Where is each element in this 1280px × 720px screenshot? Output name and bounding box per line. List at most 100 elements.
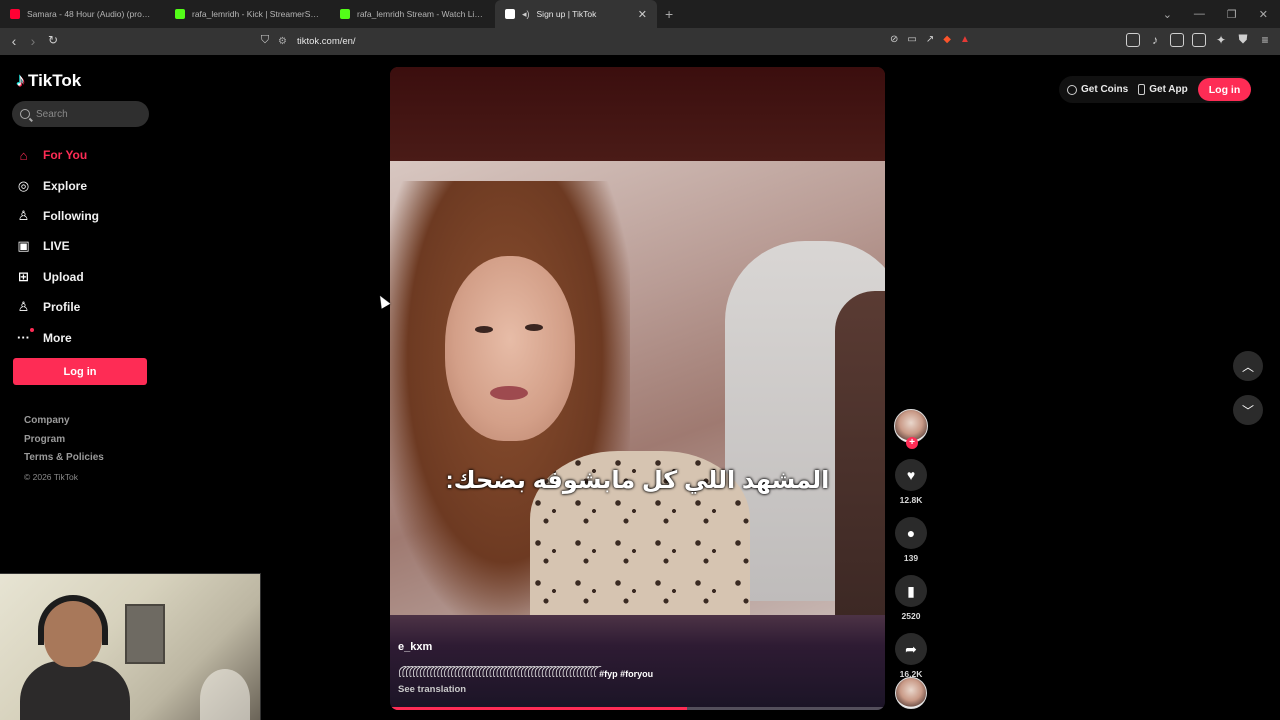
browser-tab-streamerstats[interactable]: rafa_lemridh - Kick | StreamerStats bbox=[165, 0, 330, 28]
sidebar-item-label: For You bbox=[43, 148, 88, 163]
share-action[interactable]: ➦ 16.2K bbox=[893, 633, 929, 679]
see-translation-link[interactable]: See translation bbox=[398, 684, 466, 695]
sidebar-item-profile[interactable]: ♙ Profile bbox=[16, 292, 99, 322]
cast-icon[interactable]: ▭ bbox=[907, 34, 916, 45]
webcam-background-shelf bbox=[125, 604, 165, 664]
get-coins-label: Get Coins bbox=[1081, 84, 1129, 95]
search-placeholder: Search bbox=[36, 108, 68, 120]
comment-count: 139 bbox=[903, 553, 919, 563]
mouse-cursor-icon bbox=[375, 293, 391, 309]
follow-plus-icon[interactable]: + bbox=[906, 437, 918, 449]
comment-action[interactable]: ● 139 bbox=[893, 517, 929, 563]
close-tab-icon[interactable]: ✕ bbox=[638, 8, 647, 21]
tiktok-icon bbox=[505, 9, 515, 19]
dots-icon: ··· bbox=[17, 328, 34, 346]
tab-title: Samara - 48 Hour (Audio) (prod. why bbox=[27, 9, 155, 19]
sidebar-item-upload[interactable]: ⊞ Upload bbox=[16, 262, 99, 292]
window-controls: ⌄ — ❐ ✕ bbox=[1163, 0, 1280, 28]
video-username[interactable]: e_kxm bbox=[398, 641, 432, 653]
reload-icon[interactable]: ↻ bbox=[43, 33, 63, 47]
sidebar-item-label: Profile bbox=[43, 300, 81, 315]
leo-ai-icon[interactable]: ✦ bbox=[1214, 33, 1228, 47]
footer-link-program[interactable]: Program bbox=[24, 433, 104, 452]
browser-tab-youtube[interactable]: Samara - 48 Hour (Audio) (prod. why bbox=[0, 0, 165, 28]
sidebar-item-explore[interactable]: ◎ Explore bbox=[16, 170, 99, 200]
back-icon[interactable]: ‹ bbox=[4, 33, 24, 49]
url-text: tiktok.com/en/ bbox=[296, 36, 356, 47]
search-input[interactable]: Search bbox=[12, 101, 149, 127]
vpn-icon[interactable]: ⛊ bbox=[1236, 32, 1250, 47]
sidebar-item-more[interactable]: ··· More bbox=[16, 322, 99, 352]
video-progress-bar[interactable] bbox=[390, 707, 885, 710]
like-action[interactable]: ♥ 12.8K bbox=[893, 459, 929, 505]
share-arrow-icon[interactable]: ➦ bbox=[895, 633, 927, 665]
media-icon[interactable]: ♪ bbox=[1148, 33, 1162, 47]
copyright: © 2026 TikTok bbox=[24, 471, 78, 482]
video-eye bbox=[525, 324, 543, 331]
tab-title: rafa_lemridh - Kick | StreamerStats bbox=[192, 9, 320, 19]
video-frame: المشهد اللي كل مابشوفه بضحك: bbox=[390, 161, 885, 615]
webcam-streamer bbox=[20, 595, 130, 720]
video-player[interactable]: المشهد اللي كل مابشوفه بضحك: e_kxm ꪶꪶꪶꪶꪶ… bbox=[390, 67, 885, 710]
wallet2-icon[interactable] bbox=[1192, 32, 1206, 47]
new-tab-icon[interactable]: + bbox=[657, 6, 681, 22]
get-app-button[interactable]: Get App bbox=[1138, 84, 1188, 95]
previous-video-button[interactable]: ︿ bbox=[1233, 351, 1263, 381]
menu-icon[interactable]: ≡ bbox=[1258, 33, 1272, 47]
no-autoplay-icon[interactable]: ⊘ bbox=[890, 34, 898, 45]
save-count: 2520 bbox=[901, 611, 921, 621]
sidebar-item-label: LIVE bbox=[43, 239, 70, 254]
home-icon: ⌂ bbox=[19, 147, 28, 163]
site-info-icon[interactable]: ⚙ bbox=[278, 36, 287, 47]
sidebar-item-following[interactable]: ♙ Following bbox=[16, 201, 99, 231]
tiktok-note-icon: ♪ bbox=[16, 70, 25, 90]
sidebar-item-label: Explore bbox=[43, 178, 88, 193]
headset-icon bbox=[38, 595, 108, 645]
video-caption: المشهد اللي كل مابشوفه بضحك: bbox=[445, 467, 830, 494]
close-window-icon[interactable]: ✕ bbox=[1259, 8, 1268, 21]
video-description: ꪶꪶꪶꪶꪶꪶꪶꪶꪶꪶꪶꪶꪶꪶꪶꪶꪶꪶꪶꪶꪶꪶꪶꪶꪶꪶꪶꪶꪶꪶꪶꪶꪶꪶꪶꪶꪶꪶꪶꪶ… bbox=[398, 666, 868, 685]
sidebar-icon[interactable] bbox=[1170, 32, 1184, 47]
heart-icon[interactable]: ♥ bbox=[895, 459, 927, 491]
profile-icon: ♙ bbox=[17, 299, 30, 315]
creator-avatar[interactable]: + bbox=[894, 409, 928, 449]
minimize-icon[interactable]: — bbox=[1194, 8, 1205, 20]
comment-icon[interactable]: ● bbox=[895, 517, 927, 549]
video-top-band bbox=[390, 67, 885, 161]
like-count: 12.8K bbox=[899, 495, 923, 505]
footer-link-company[interactable]: Company bbox=[24, 414, 104, 433]
browser-tab-tiktok[interactable]: ◂) Sign up | TikTok ✕ bbox=[495, 0, 657, 28]
live-icon: ▣ bbox=[17, 238, 30, 254]
save-action[interactable]: ▮ 2520 bbox=[893, 575, 929, 621]
video-lips bbox=[490, 386, 528, 400]
browser-tab-kick[interactable]: rafa_lemridh Stream - Watch Live on bbox=[330, 0, 495, 28]
restore-icon[interactable]: ❐ bbox=[1227, 8, 1237, 21]
footer-link-terms[interactable]: Terms & Policies bbox=[24, 451, 104, 470]
search-icon bbox=[20, 109, 30, 119]
sidebar-item-live[interactable]: ▣ LIVE bbox=[16, 231, 99, 261]
forward-icon[interactable]: › bbox=[23, 33, 43, 49]
next-video-button[interactable]: ﹀ bbox=[1233, 395, 1263, 425]
stats-icon bbox=[175, 9, 185, 19]
tab-list-chevron-icon[interactable]: ⌄ bbox=[1163, 8, 1172, 21]
video-eye bbox=[475, 326, 493, 333]
share-icon[interactable]: ↗ bbox=[926, 34, 934, 45]
url-actions: ⊘ ▭ ↗ ◆ ▲ bbox=[890, 34, 970, 45]
brave-shield-icon[interactable]: ◆ bbox=[943, 34, 951, 45]
tiktok-logo[interactable]: ♪ TikTok bbox=[16, 70, 81, 91]
video-man bbox=[835, 291, 885, 615]
header-login-button[interactable]: Log in bbox=[1197, 78, 1252, 101]
plus-square-icon: ⊞ bbox=[18, 268, 29, 284]
header-actions: Get Coins Get App Log in bbox=[1059, 76, 1252, 103]
streamer-body bbox=[20, 661, 130, 720]
get-coins-button[interactable]: Get Coins bbox=[1067, 84, 1128, 95]
sidebar-item-for-you[interactable]: ⌂ For You bbox=[16, 140, 99, 170]
bookmark-icon[interactable]: ▮ bbox=[895, 575, 927, 607]
wallet-icon[interactable] bbox=[1126, 32, 1140, 47]
video-woman-face bbox=[445, 256, 575, 441]
video-hashtags[interactable]: #fyp #foryou bbox=[599, 669, 653, 679]
sidebar-login-button[interactable]: Log in bbox=[13, 358, 147, 385]
rewards-icon[interactable]: ▲ bbox=[960, 34, 970, 45]
bookmark-icon[interactable]: ⛉ bbox=[255, 34, 275, 47]
music-disc-avatar[interactable] bbox=[895, 677, 927, 709]
